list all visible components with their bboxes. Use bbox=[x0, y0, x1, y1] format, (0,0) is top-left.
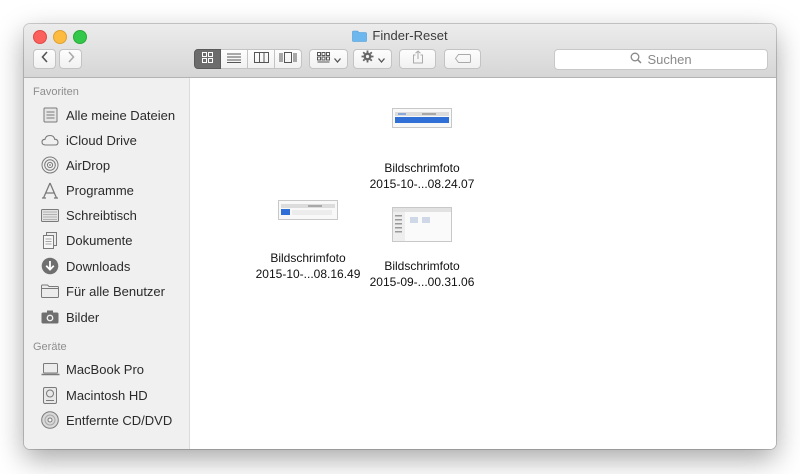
sidebar-item-pictures[interactable]: Bilder bbox=[40, 306, 99, 328]
sidebar-item-label: Bilder bbox=[66, 309, 100, 325]
folder-icon bbox=[40, 282, 60, 300]
cover-flow-icon bbox=[279, 50, 297, 68]
screenshot-thumbnail bbox=[352, 108, 492, 133]
sidebar-item-airdrop[interactable]: AirDrop bbox=[40, 154, 110, 176]
airdrop-icon bbox=[40, 156, 60, 174]
search-placeholder: Suchen bbox=[647, 52, 692, 67]
chevron-down-icon bbox=[333, 50, 341, 68]
finder-window: Finder-Reset Suchen Favoriten Alle meine… bbox=[24, 24, 776, 449]
downloads-icon bbox=[40, 257, 60, 275]
documents-icon bbox=[40, 231, 60, 249]
search-field[interactable]: Suchen bbox=[554, 49, 768, 70]
share-icon bbox=[412, 49, 424, 69]
sidebar-item-documents[interactable]: Dokumente bbox=[40, 229, 132, 251]
all-files-icon bbox=[40, 106, 60, 124]
sidebar-item-label: MacBook Pro bbox=[66, 361, 145, 377]
sidebar-item-label: Schreibtisch bbox=[66, 207, 137, 223]
folder-icon bbox=[352, 30, 368, 46]
disc-icon bbox=[40, 411, 60, 429]
cloud-icon bbox=[40, 131, 60, 149]
screenshot-thumbnail bbox=[238, 200, 378, 225]
file-name-line2: 2015-10-...08.16.49 bbox=[255, 267, 361, 281]
back-button[interactable] bbox=[33, 49, 56, 69]
cover-flow-view-button[interactable] bbox=[275, 49, 302, 69]
column-view-button[interactable] bbox=[248, 49, 275, 69]
grid-icon bbox=[202, 50, 213, 68]
icon-view-button[interactable] bbox=[194, 49, 221, 69]
hard-disk-icon bbox=[40, 386, 60, 404]
sidebar-section-devices: Geräte bbox=[33, 341, 67, 353]
camera-icon bbox=[40, 308, 60, 326]
sidebar-item-shared[interactable]: Für alle Benutzer bbox=[40, 280, 165, 302]
sidebar-item-downloads[interactable]: Downloads bbox=[40, 255, 130, 277]
applications-icon bbox=[40, 181, 60, 199]
gear-icon bbox=[361, 50, 374, 68]
sidebar-item-remote-disc[interactable]: Entfernte CD/DVD bbox=[40, 409, 172, 431]
sidebar-item-label: Macintosh HD bbox=[66, 387, 148, 403]
list-view-button[interactable] bbox=[221, 49, 248, 69]
desktop-icon bbox=[40, 206, 60, 224]
view-mode-segmented-control bbox=[194, 49, 302, 69]
sidebar-item-macintosh-hd[interactable]: Macintosh HD bbox=[40, 384, 148, 406]
sidebar-item-label: Entfernte CD/DVD bbox=[66, 412, 173, 428]
chevron-left-icon bbox=[40, 50, 49, 68]
sidebar-item-macbook-pro[interactable]: MacBook Pro bbox=[40, 358, 144, 380]
laptop-icon bbox=[40, 360, 60, 378]
sidebar-item-applications[interactable]: Programme bbox=[40, 179, 134, 201]
arrange-button[interactable] bbox=[309, 49, 348, 69]
file-name-line1: Bildschrimfoto bbox=[384, 161, 460, 175]
window-title-text: Finder-Reset bbox=[372, 28, 448, 43]
action-menu-button[interactable] bbox=[353, 49, 392, 69]
sidebar-item-label: iCloud Drive bbox=[66, 132, 137, 148]
arrange-icon bbox=[316, 50, 330, 68]
chevron-right-icon bbox=[67, 50, 75, 68]
file-item[interactable]: Bildschrimfoto 2015-10-...08.24.07 bbox=[352, 108, 492, 192]
sidebar-item-label: Für alle Benutzer bbox=[66, 283, 165, 299]
sidebar: Favoriten Alle meine Dateien iCloud Driv… bbox=[24, 78, 190, 449]
sidebar-item-label: Programme bbox=[66, 182, 134, 198]
window-title: Finder-Reset bbox=[24, 28, 776, 46]
columns-icon bbox=[253, 50, 269, 68]
chevron-down-icon bbox=[377, 50, 385, 68]
tags-button[interactable] bbox=[444, 49, 481, 69]
file-name-line1: Bildschrimfoto bbox=[270, 251, 346, 265]
search-icon bbox=[630, 52, 642, 67]
forward-button[interactable] bbox=[59, 49, 82, 69]
sidebar-item-label: Alle meine Dateien bbox=[66, 107, 176, 123]
file-area[interactable]: Bildschrimfoto 2015-10-...08.24.07 Bilds… bbox=[190, 78, 776, 449]
sidebar-item-icloud-drive[interactable]: iCloud Drive bbox=[40, 129, 137, 151]
sidebar-item-label: AirDrop bbox=[66, 157, 111, 173]
sidebar-item-label: Dokumente bbox=[66, 232, 133, 248]
sidebar-item-all-files[interactable]: Alle meine Dateien bbox=[40, 104, 175, 126]
share-button[interactable] bbox=[399, 49, 436, 69]
toolbar: Finder-Reset Suchen bbox=[24, 24, 776, 78]
sidebar-section-favorites: Favoriten bbox=[33, 86, 79, 98]
file-name-line2: 2015-10-...08.24.07 bbox=[369, 177, 475, 191]
file-item[interactable]: Bildschrimfoto 2015-10-...08.16.49 bbox=[238, 200, 378, 282]
list-icon bbox=[227, 50, 241, 68]
tag-icon bbox=[454, 50, 471, 68]
sidebar-item-desktop[interactable]: Schreibtisch bbox=[40, 204, 137, 226]
sidebar-item-label: Downloads bbox=[66, 258, 131, 274]
